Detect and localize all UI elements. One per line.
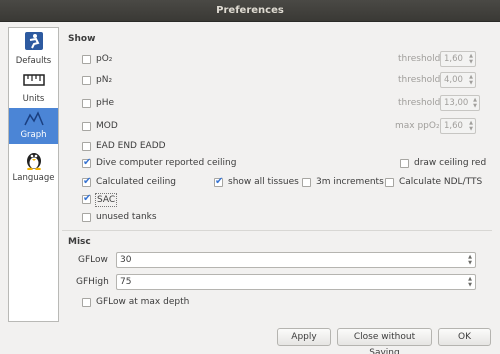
- sidebar-item-label: Units: [22, 94, 45, 104]
- sidebar-item-units[interactable]: Units: [9, 68, 58, 108]
- sidebar-item-label: Language: [12, 173, 55, 183]
- sidebar-item-graph[interactable]: Graph: [9, 108, 58, 144]
- gfhigh-label: GFHigh: [76, 277, 109, 287]
- dc-ceiling-row: Dive computer reported ceiling draw ceil…: [82, 156, 492, 170]
- unused-tanks-checkbox[interactable]: [82, 213, 91, 222]
- ead-label: EAD END EADD: [96, 141, 166, 151]
- sac-checkbox[interactable]: [82, 192, 91, 206]
- show-all-tissues-checkbox[interactable]: [214, 175, 223, 189]
- po2-checkbox[interactable]: [82, 55, 91, 64]
- ead-row: EAD END EADD: [82, 139, 282, 153]
- gflow-max-depth-checkbox[interactable]: [82, 298, 91, 307]
- calculated-ceiling-checkbox[interactable]: [82, 175, 91, 189]
- spinbox-arrows-icon[interactable]: ▲ ▼: [469, 53, 473, 65]
- window-title: Preferences: [0, 0, 500, 22]
- pn2-checkbox[interactable]: [82, 76, 91, 85]
- phe-threshold-label: threshold: [398, 98, 441, 108]
- mod-threshold-label: max ppO₂: [395, 121, 440, 131]
- gflow-max-depth-row: GFLow at max depth: [82, 295, 282, 309]
- section-divider: [62, 230, 492, 231]
- spinbox-arrows-icon[interactable]: ▲ ▼: [469, 74, 473, 86]
- apply-button[interactable]: Apply: [277, 328, 331, 346]
- sac-row: SAC: [82, 192, 202, 207]
- penguin-icon: [25, 150, 43, 173]
- sidebar-item-defaults[interactable]: Defaults: [9, 28, 58, 68]
- pn2-threshold-label: threshold: [398, 75, 441, 85]
- calculated-ceiling-label: Calculated ceiling: [96, 177, 177, 187]
- pn2-threshold-spinbox[interactable]: 4,00 ▲ ▼: [440, 72, 476, 88]
- calculate-ndl-tts-label: Calculate NDL/TTS: [399, 177, 483, 187]
- unused-tanks-row: unused tanks: [82, 210, 282, 224]
- po2-threshold-label: threshold: [398, 54, 441, 64]
- draw-ceiling-red-checkbox[interactable]: [400, 159, 409, 168]
- show-section-title: Show: [68, 34, 96, 44]
- mod-checkbox[interactable]: [82, 122, 91, 131]
- pn2-label: pN₂: [96, 75, 113, 85]
- 3m-increments-checkbox[interactable]: [302, 178, 311, 187]
- gflow-label: GFLow: [78, 255, 108, 265]
- unused-tanks-label: unused tanks: [96, 212, 157, 222]
- po2-row: pO₂ threshold 1,60 ▲ ▼: [82, 51, 492, 67]
- sidebar-item-language[interactable]: Language: [9, 146, 58, 186]
- calc-ceiling-row: Calculated ceiling show all tissues 3m i…: [82, 175, 492, 189]
- gfhigh-spinbox[interactable]: 75 ▲ ▼: [116, 274, 476, 290]
- phe-label: pHe: [96, 98, 115, 108]
- mod-row: MOD max ppO₂ 1,60 ▲ ▼: [82, 118, 492, 134]
- draw-ceiling-red-label: draw ceiling red: [414, 158, 487, 168]
- graph-icon: [23, 111, 44, 130]
- ruler-icon: [22, 73, 45, 90]
- calculate-ndl-tts-checkbox[interactable]: [385, 178, 394, 187]
- sac-label: SAC: [95, 193, 118, 207]
- ok-button[interactable]: OK: [438, 328, 491, 346]
- ead-checkbox[interactable]: [82, 142, 91, 151]
- spinbox-arrows-icon[interactable]: ▲ ▼: [468, 254, 472, 266]
- show-all-tissues-label: show all tissues: [228, 177, 299, 187]
- sidebar-item-label: Defaults: [15, 56, 52, 66]
- mod-label: MOD: [96, 121, 118, 131]
- dc-ceiling-label: Dive computer reported ceiling: [96, 158, 237, 168]
- gflow-max-depth-label: GFLow at max depth: [96, 297, 190, 307]
- phe-threshold-spinbox[interactable]: 13,00 ▲ ▼: [440, 95, 480, 111]
- diver-icon: [24, 31, 44, 54]
- preferences-dialog: Defaults Units Graph Language Show pO₂ t…: [0, 22, 500, 354]
- phe-row: pHe threshold 13,00 ▲ ▼: [82, 95, 492, 111]
- dc-ceiling-checkbox[interactable]: [82, 156, 91, 170]
- graph-settings-panel: Show pO₂ threshold 1,60 ▲ ▼ pN₂ threshold …: [62, 22, 492, 322]
- po2-label: pO₂: [96, 54, 113, 64]
- spinbox-arrows-icon[interactable]: ▲ ▼: [469, 120, 473, 132]
- spinbox-arrows-icon[interactable]: ▲ ▼: [473, 97, 477, 109]
- phe-checkbox[interactable]: [82, 99, 91, 108]
- mod-threshold-spinbox[interactable]: 1,60 ▲ ▼: [440, 118, 476, 134]
- gflow-spinbox[interactable]: 30 ▲ ▼: [116, 252, 476, 268]
- pn2-row: pN₂ threshold 4,00 ▲ ▼: [82, 72, 492, 88]
- close-without-saving-button[interactable]: Close without Saving: [337, 328, 432, 354]
- misc-section-title: Misc: [68, 237, 91, 247]
- po2-threshold-spinbox[interactable]: 1,60 ▲ ▼: [440, 51, 476, 67]
- spinbox-arrows-icon[interactable]: ▲ ▼: [468, 276, 472, 288]
- sidebar-item-label: Graph: [20, 130, 47, 140]
- 3m-increments-label: 3m increments: [316, 177, 384, 187]
- preferences-sidebar: Defaults Units Graph Language: [8, 27, 59, 322]
